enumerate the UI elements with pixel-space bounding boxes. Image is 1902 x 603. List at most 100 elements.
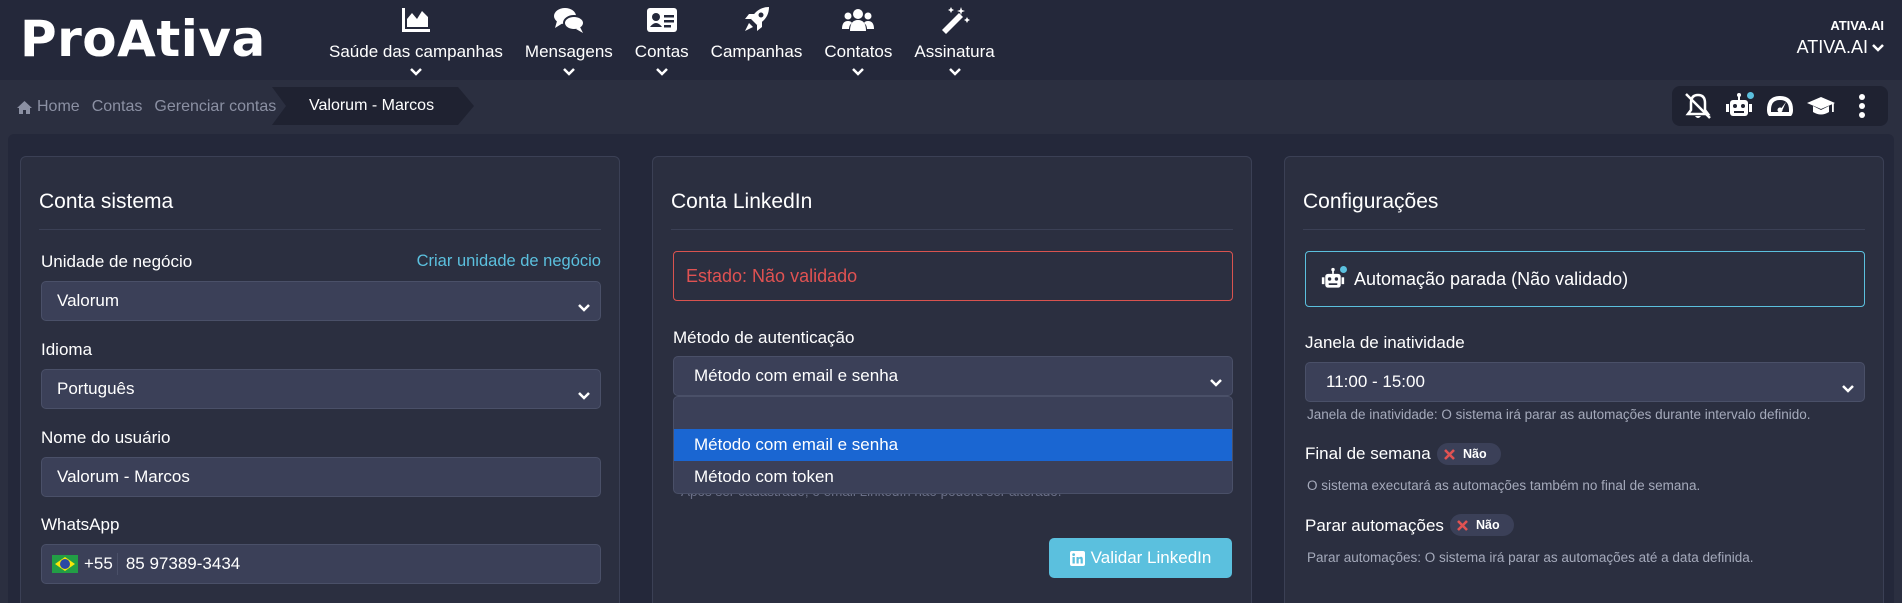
idioma-value: Português <box>57 379 135 398</box>
close-icon <box>1457 519 1468 531</box>
nav-item-contas[interactable]: Contas <box>624 0 700 80</box>
magic-wand-icon <box>937 4 973 36</box>
academy-button[interactable] <box>1804 89 1838 123</box>
final-semana-label: Final de semana <box>1305 444 1431 463</box>
parar-automacoes-label: Parar automações <box>1305 516 1444 535</box>
final-semana-toggle-label: Não <box>1463 447 1487 461</box>
nav-item-assinatura[interactable]: Assinatura <box>903 0 1005 80</box>
chevron-down-icon <box>578 297 590 312</box>
bell-slash-icon <box>1685 93 1712 119</box>
card-conta-sistema: Conta sistema Unidade de negócio Criar u… <box>20 156 620 603</box>
nav-label: Assinatura <box>914 42 995 61</box>
whatsapp-number: 85 97389-3434 <box>125 554 241 573</box>
unidade-label: Unidade de negócio <box>41 252 193 271</box>
status-dot <box>1339 265 1348 274</box>
chevron-down-icon <box>852 63 865 76</box>
home-icon <box>16 100 33 115</box>
idioma-label: Idioma <box>41 340 93 359</box>
chevron-down-icon <box>410 63 422 76</box>
breadcrumb-home[interactable]: Home <box>37 98 80 116</box>
app-logo[interactable]: ProAtiva <box>20 10 266 68</box>
unidade-value: Valorum <box>57 291 120 310</box>
dropdown-option-token[interactable]: Método com token <box>674 461 1232 493</box>
metodo-label: Método de autenticação <box>673 328 855 347</box>
automation-bot-button[interactable] <box>1722 89 1756 123</box>
nav-label: Mensagens <box>524 42 613 61</box>
nav-label: Contas <box>634 42 689 61</box>
final-semana-toggle[interactable]: Não <box>1437 443 1501 465</box>
criar-unidade-link[interactable]: Criar unidade de negócio <box>417 252 601 271</box>
country-code: +55 <box>84 554 113 573</box>
janela-value: 11:00 - 15:00 <box>1326 372 1425 391</box>
chevron-down-icon <box>948 63 961 76</box>
unidade-select[interactable]: Valorum <box>41 281 601 321</box>
parar-automacoes-hint: Parar automações: O sistema irá parar as… <box>1307 550 1754 565</box>
nome-value: Valorum - Marcos <box>57 467 190 486</box>
metodo-dropdown-menu: Método com email e senha Método com toke… <box>673 396 1233 494</box>
card-title: Conta LinkedIn <box>671 190 813 213</box>
divider <box>1303 229 1865 230</box>
robot-icon <box>1320 265 1348 291</box>
janela-label: Janela de inatividade <box>1305 333 1465 352</box>
chevron-down-icon <box>655 63 668 76</box>
card-title: Conta sistema <box>39 190 174 213</box>
automacao-status-text: Automação parada (Não validado) <box>1354 268 1629 289</box>
nav-label: Contatos <box>824 42 893 61</box>
estado-alert: Estado: Não validado <box>673 251 1233 301</box>
card-title: Configurações <box>1303 190 1439 213</box>
comments-icon <box>551 4 587 36</box>
divider <box>39 229 601 230</box>
org-switcher: ATIVA.AI ATIVA.AI <box>1797 18 1884 58</box>
quick-toolbar <box>1672 86 1888 126</box>
users-icon <box>840 4 876 36</box>
graduation-cap-icon <box>1806 97 1835 115</box>
rocket-icon <box>739 4 775 36</box>
divider <box>116 553 118 575</box>
divider <box>671 229 1233 230</box>
nome-label: Nome do usuário <box>41 428 171 447</box>
area-chart-icon <box>398 4 434 36</box>
nav-item-contatos[interactable]: Contatos <box>813 0 903 80</box>
whatsapp-input[interactable]: +55 85 97389-3434 <box>41 544 601 584</box>
country-code-select[interactable]: +55 <box>52 554 113 574</box>
nav-item-saude-campanhas[interactable]: Saúde das campanhas <box>318 0 514 80</box>
dashboard-button[interactable] <box>1763 89 1797 123</box>
breadcrumb: Home Contas Gerenciar contas <box>16 98 288 116</box>
org-name: ATIVA.AI <box>1796 37 1868 57</box>
metodo-select[interactable]: Método com email e senha <box>673 356 1233 396</box>
janela-hint: Janela de inatividade: O sistema irá par… <box>1307 407 1811 422</box>
breadcrumb-gerenciar-contas[interactable]: Gerenciar contas <box>154 98 276 116</box>
brazil-flag-icon <box>52 555 78 573</box>
chevron-down-icon <box>1872 44 1884 52</box>
nome-input[interactable]: Valorum - Marcos <box>41 457 601 497</box>
parar-automacoes-toggle-label: Não <box>1476 518 1500 532</box>
nav-item-mensagens[interactable]: Mensagens <box>514 0 624 80</box>
chevron-down-icon <box>578 385 590 400</box>
main-nav: Saúde das campanhas Mensagens Contas Cam… <box>318 0 1006 80</box>
parar-automacoes-toggle[interactable]: Não <box>1450 514 1514 536</box>
janela-select[interactable]: 11:00 - 15:00 <box>1305 362 1865 402</box>
close-icon <box>1444 448 1455 460</box>
breadcrumb-active-label: Valorum - Marcos <box>309 97 435 114</box>
final-semana-hint: O sistema executará as automações também… <box>1307 478 1701 493</box>
linkedin-icon <box>1069 550 1085 566</box>
nav-label: Campanhas <box>710 42 803 61</box>
automacao-status-alert: Automação parada (Não validado) <box>1305 251 1865 307</box>
notifications-off-button[interactable] <box>1681 89 1715 123</box>
top-navbar: ProAtiva Saúde das campanhas Mensagens C… <box>0 0 1902 80</box>
card-configuracoes: Configurações Automação parada (Não vali… <box>1284 156 1884 603</box>
more-options-button[interactable] <box>1845 89 1879 123</box>
chevron-down-icon <box>1842 378 1854 393</box>
breadcrumb-contas[interactable]: Contas <box>92 98 143 116</box>
dropdown-option-email-senha[interactable]: Método com email e senha <box>674 429 1232 461</box>
idioma-select[interactable]: Português <box>41 369 601 409</box>
validar-linkedin-button[interactable]: Validar LinkedIn <box>1049 538 1232 578</box>
validar-linkedin-label: Validar LinkedIn <box>1090 548 1212 567</box>
dropdown-option-empty[interactable] <box>674 397 1232 429</box>
nav-item-campanhas[interactable]: Campanhas <box>700 0 814 80</box>
org-name-small: ATIVA.AI <box>1830 18 1884 33</box>
whatsapp-label: WhatsApp <box>41 515 120 534</box>
org-dropdown[interactable]: ATIVA.AI <box>1797 37 1884 58</box>
nav-label: Saúde das campanhas <box>329 42 503 61</box>
address-card-icon <box>644 4 680 36</box>
